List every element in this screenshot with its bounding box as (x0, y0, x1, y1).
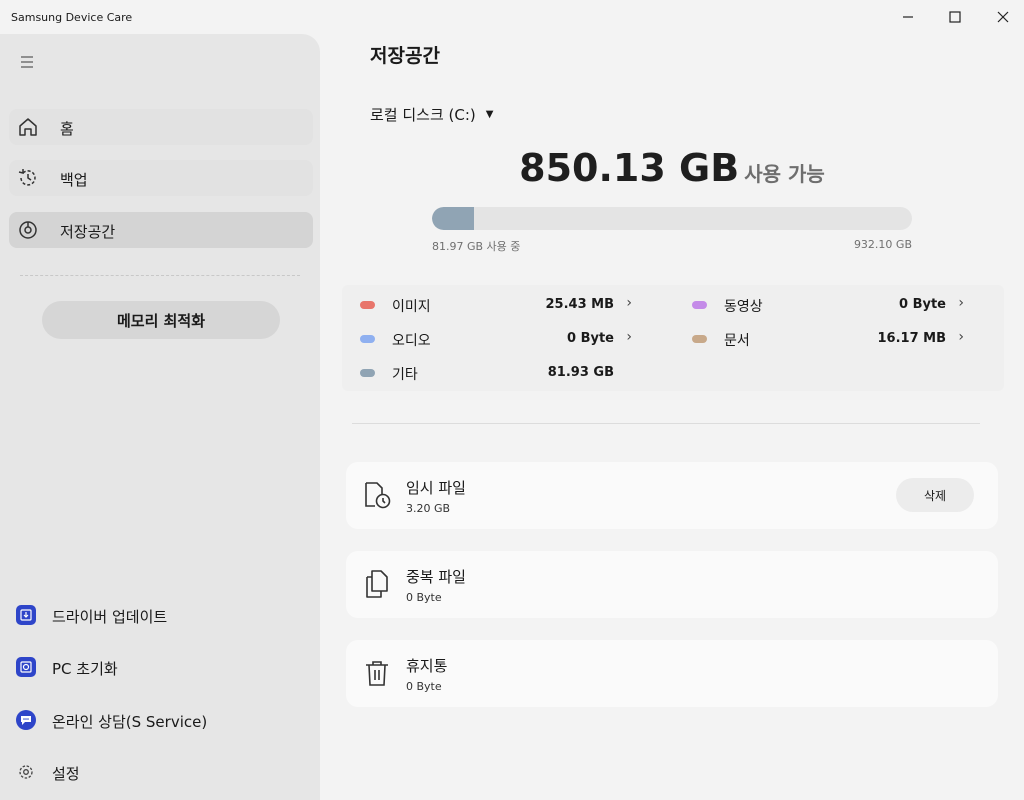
category-color-dot (692, 335, 707, 343)
storage-icon (17, 219, 39, 241)
category-name: 동영상 (724, 299, 763, 315)
maximize-button[interactable] (932, 0, 978, 34)
available-value: 850.13 GB (519, 146, 740, 190)
card-size: 3.20 GB (406, 502, 451, 515)
sidebar-item-label: 설정 (52, 765, 80, 783)
trash-icon (362, 658, 392, 688)
close-button[interactable] (980, 0, 1024, 34)
sidebar-item-settings[interactable]: 설정 (9, 754, 313, 790)
sidebar-item-backup[interactable]: 백업 (9, 160, 313, 196)
sidebar-item-label: 온라인 상담(S Service) (52, 713, 208, 731)
sidebar-item-label: 백업 (60, 171, 88, 189)
temp-files-card[interactable]: 임시 파일 3.20 GB 삭제 (346, 462, 998, 529)
maximize-icon (949, 11, 961, 23)
category-panel: 이미지 25.43 MB › 동영상 0 Byte › 오디오 0 Byte ›… (342, 285, 1004, 391)
pc-reset-icon (16, 657, 36, 677)
drive-selector[interactable]: 로컬 디스크 (C:) ▼ (370, 104, 493, 125)
category-color-dot (360, 335, 375, 343)
available-label: 사용 가능 (744, 162, 825, 186)
chat-icon (16, 710, 36, 730)
sidebar-item-label: 홈 (60, 120, 74, 138)
sidebar-divider (20, 275, 300, 276)
sidebar-item-home[interactable]: 홈 (9, 109, 313, 145)
category-color-dot (692, 301, 707, 309)
chevron-right-icon: › (626, 329, 632, 345)
sidebar-item-storage[interactable]: 저장공간 (9, 212, 313, 248)
category-other: 기타 81.93 GB (342, 363, 632, 383)
duplicate-files-icon (362, 569, 392, 599)
title-bar: Samsung Device Care (0, 0, 1024, 34)
page-title: 저장공간 (370, 45, 440, 67)
category-color-dot (360, 301, 375, 309)
category-image[interactable]: 이미지 25.43 MB › (342, 295, 632, 315)
close-icon (997, 11, 1009, 23)
total-space-label: 932.10 GB (853, 238, 912, 251)
sidebar: 홈 백업 저장공간 메모리 최적화 드라이버 업데이트 PC 초기화 온라인 상… (0, 34, 320, 800)
backup-history-icon (17, 167, 39, 189)
category-value: 81.93 GB (547, 365, 614, 380)
sidebar-item-label: 저장공간 (60, 223, 116, 241)
used-space-label: 81.97 GB 사용 중 (432, 240, 521, 253)
category-audio[interactable]: 오디오 0 Byte › (342, 329, 632, 349)
category-value: 0 Byte (899, 297, 946, 312)
sidebar-item-online-support[interactable]: 온라인 상담(S Service) (9, 702, 313, 738)
drive-selector-label: 로컬 디스크 (C:) (370, 106, 476, 124)
caret-down-icon: ▼ (485, 109, 494, 120)
category-video[interactable]: 동영상 0 Byte › (674, 295, 964, 315)
category-name: 문서 (724, 333, 750, 349)
chevron-right-icon: › (626, 295, 632, 311)
app-title: Samsung Device Care (11, 11, 133, 24)
home-icon (17, 116, 39, 138)
card-size: 0 Byte (406, 680, 442, 693)
chevron-right-icon: › (958, 295, 964, 311)
duplicate-files-card[interactable]: 중복 파일 0 Byte (346, 551, 998, 618)
card-size: 0 Byte (406, 591, 442, 604)
trash-card[interactable]: 휴지통 0 Byte (346, 640, 998, 707)
card-title: 임시 파일 (406, 479, 466, 497)
hamburger-menu-icon[interactable] (17, 52, 37, 70)
section-divider (352, 423, 980, 424)
minimize-icon (903, 16, 913, 18)
gear-icon (16, 762, 36, 782)
card-title: 중복 파일 (406, 568, 466, 586)
category-name: 오디오 (392, 333, 431, 349)
category-color-dot (360, 369, 375, 377)
sidebar-item-driver-update[interactable]: 드라이버 업데이트 (9, 597, 313, 633)
minimize-button[interactable] (885, 0, 931, 34)
category-value: 16.17 MB (877, 331, 947, 346)
sidebar-item-label: PC 초기화 (52, 660, 118, 678)
storage-usage-fill (432, 207, 475, 230)
category-document[interactable]: 문서 16.17 MB › (674, 329, 964, 349)
category-name: 이미지 (392, 299, 431, 315)
storage-usage-bar (432, 207, 912, 230)
category-value: 25.43 MB (545, 297, 615, 312)
category-value: 0 Byte (567, 331, 614, 346)
chevron-right-icon: › (958, 329, 964, 345)
sidebar-item-pc-reset[interactable]: PC 초기화 (9, 649, 313, 685)
memory-optimize-button[interactable]: 메모리 최적화 (42, 301, 280, 339)
category-name: 기타 (392, 367, 418, 383)
delete-button[interactable]: 삭제 (896, 478, 974, 512)
temp-file-clock-icon (362, 480, 392, 510)
driver-update-icon (16, 605, 36, 625)
card-title: 휴지통 (406, 657, 448, 675)
sidebar-item-label: 드라이버 업데이트 (52, 608, 168, 626)
available-space: 850.13 GB 사용 가능 (400, 146, 944, 190)
